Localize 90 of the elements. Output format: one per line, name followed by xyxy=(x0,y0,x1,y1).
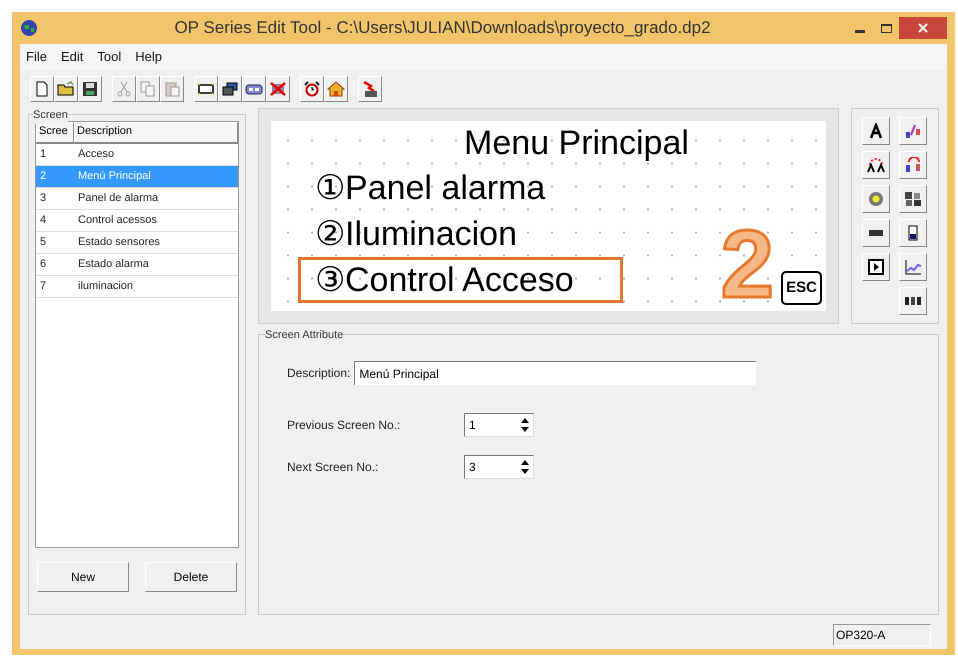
spin-arrows-icon xyxy=(519,416,531,434)
toolbar-button[interactable] xyxy=(242,76,266,102)
table-cell-text: 4 xyxy=(39,213,48,228)
spin-field[interactable]: 3 xyxy=(464,455,534,479)
list-button[interactable]: Delete xyxy=(145,562,237,592)
table-cell-text: iluminacion xyxy=(77,279,134,294)
list-button[interactable]: New xyxy=(37,562,129,592)
spin-field[interactable]: 1 xyxy=(464,413,534,437)
alarm-clock-icon xyxy=(303,81,321,97)
function-key-tool-icon xyxy=(868,259,884,275)
app-globe-icon xyxy=(20,19,38,37)
circled-number: ① xyxy=(315,168,345,209)
toolbar-button[interactable] xyxy=(300,76,324,102)
table-cell-text: 1 xyxy=(39,147,48,162)
close-button[interactable] xyxy=(899,17,947,39)
toolbar-button[interactable] xyxy=(218,76,242,102)
screen-icon xyxy=(197,81,215,97)
table-cell-text: Panel de alarma xyxy=(77,191,160,206)
circled-number: ③ xyxy=(315,260,345,301)
toolbar-button[interactable] xyxy=(78,76,102,102)
option-label: Control Acceso xyxy=(345,260,574,301)
menu-item[interactable]: Help xyxy=(135,47,162,67)
toolbox-button[interactable] xyxy=(862,253,890,281)
menu-item[interactable]: Tool xyxy=(97,47,122,67)
screens-icon xyxy=(221,81,239,97)
text-tool-icon xyxy=(868,123,884,139)
table-cell-text: Estado sensores xyxy=(77,235,161,250)
toolbar-button[interactable] xyxy=(358,76,382,102)
option-label: Iluminacion xyxy=(345,214,517,255)
toolbox-button[interactable] xyxy=(899,287,927,315)
image-tool-icon xyxy=(904,191,922,207)
copy-icon xyxy=(140,81,156,97)
menu-item[interactable]: File xyxy=(26,47,47,67)
toolbox-button[interactable] xyxy=(899,151,927,179)
trend-chart-tool-icon xyxy=(904,259,922,275)
word-lamp-tool-icon xyxy=(904,157,922,173)
menu-item[interactable]: Edit xyxy=(60,47,84,67)
toolbox-button[interactable] xyxy=(862,151,890,179)
table-row[interactable]: 3 Panel de alarma xyxy=(36,188,238,210)
table-cell-text: 7 xyxy=(39,279,48,294)
status-model: OP320-A xyxy=(833,624,931,646)
house-icon xyxy=(327,81,345,97)
bit-lamp-tool-icon xyxy=(867,157,885,173)
description-field[interactable]: Menú Principal xyxy=(354,361,756,385)
toolbar-button[interactable] xyxy=(324,76,348,102)
close-icon xyxy=(918,23,928,33)
table-cell-text: 3 xyxy=(39,191,48,206)
clipboard-icon xyxy=(164,81,180,97)
scissors-icon xyxy=(116,81,132,97)
table-cell-text: 6 xyxy=(39,257,48,272)
spin-arrows-icon xyxy=(519,458,531,476)
table-cell-text: Control acessos xyxy=(77,213,158,228)
table-row[interactable]: 4 Control acessos xyxy=(36,210,238,232)
toolbar-button[interactable] xyxy=(30,76,54,102)
column-header[interactable]: Scree xyxy=(36,122,74,143)
window-title: OP Series Edit Tool - C:\Users\JULIAN\Downloads\proyecto_grado.dp2 xyxy=(173,17,712,40)
table-row[interactable]: 6 Estado alarma xyxy=(36,254,238,276)
table-cell-text: 5 xyxy=(39,235,48,250)
esc-key: ESC xyxy=(781,270,822,305)
toolbox-button[interactable] xyxy=(899,253,927,281)
new-file-icon xyxy=(34,81,50,97)
toolbox-button[interactable] xyxy=(899,117,927,145)
lamp-tool-icon xyxy=(867,191,885,207)
groupbox-title: Screen xyxy=(33,107,68,124)
table-row[interactable]: 5 Estado sensores xyxy=(36,232,238,254)
annotation-number: 2 xyxy=(720,215,774,315)
field-label: Description: xyxy=(287,365,350,382)
toolbar-button[interactable] xyxy=(194,76,218,102)
bit-text-tool-icon xyxy=(904,123,922,139)
folder-icon xyxy=(57,81,75,97)
option-label: Panel alarma xyxy=(345,168,546,209)
table-cell-text: Estado alarma xyxy=(77,257,150,272)
delete-screen-icon xyxy=(269,81,287,97)
canvas-title: Menu Principal xyxy=(464,123,689,164)
field-label: Previous Screen No.: xyxy=(287,417,402,434)
toolbox-button[interactable] xyxy=(862,117,890,145)
table-cell-text: Menú Principal xyxy=(77,169,152,184)
maximize-icon xyxy=(880,24,892,32)
table-cell-text: Acceso xyxy=(77,147,116,162)
minimize-icon xyxy=(855,30,865,33)
toolbar-button[interactable] xyxy=(54,76,78,102)
toolbox-button[interactable] xyxy=(899,219,927,247)
toolbox-button[interactable] xyxy=(899,185,927,213)
column-header[interactable]: Description xyxy=(74,122,238,143)
table-row[interactable]: 7 iluminacion xyxy=(36,276,238,298)
circled-number: ② xyxy=(315,214,345,255)
toolbox-button[interactable] xyxy=(862,219,890,247)
field-label: Next Screen No.: xyxy=(287,459,380,476)
table-cell-text: 2 xyxy=(39,169,48,184)
download-icon xyxy=(361,80,379,98)
